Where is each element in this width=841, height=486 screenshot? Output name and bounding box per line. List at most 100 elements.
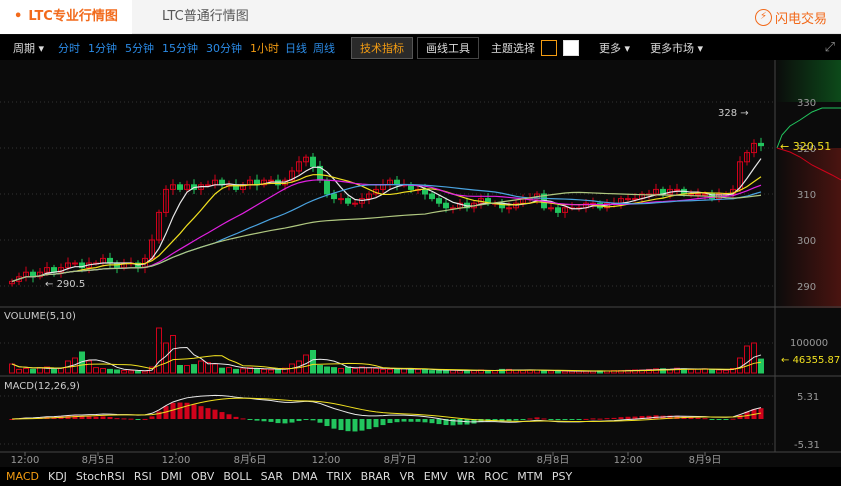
macd-histogram-bar <box>597 418 603 420</box>
volume-bar <box>240 368 246 374</box>
price-tick: 330 <box>797 98 816 109</box>
drawing-tools-button[interactable]: 画线工具 <box>417 36 480 59</box>
volume-bar <box>261 368 267 374</box>
lightning-icon: ⚡ <box>754 9 772 26</box>
flash-trade-label: 闪电交易 <box>774 12 827 27</box>
indicator-stochrsi[interactable]: StochRSI <box>76 470 125 483</box>
volume-bar <box>429 370 435 374</box>
volume-bar <box>268 369 274 374</box>
indicator-wr[interactable]: WR <box>457 470 476 483</box>
candle-up <box>268 179 274 182</box>
tab-pro-chart[interactable]: • LTC专业行情图 <box>0 0 132 34</box>
macd-histogram-bar <box>415 419 421 422</box>
period-dropdown[interactable]: 周期 ▾ <box>13 40 44 56</box>
macd-histogram-bar <box>534 417 540 419</box>
period-label: 周期 <box>13 41 35 55</box>
tab-label: LTC专业行情图 <box>28 9 118 24</box>
interval-1[interactable]: 分时 <box>58 40 80 56</box>
volume-bar <box>394 368 400 374</box>
volume-last-text: 46355.87 <box>793 355 841 366</box>
volume-bar <box>212 363 218 374</box>
volume-bar <box>317 365 323 374</box>
volume-bar <box>170 335 176 374</box>
volume-bar <box>758 358 764 374</box>
theme-dark-swatch[interactable] <box>541 39 558 56</box>
macd-histogram-bar <box>324 419 330 427</box>
last-price-text: 320.51 <box>793 140 832 153</box>
indicator-boll[interactable]: BOLL <box>223 470 251 483</box>
macd-histogram-bar <box>128 418 134 420</box>
indicator-vr[interactable]: VR <box>400 470 415 483</box>
macd-histogram-bar <box>296 419 302 422</box>
interval-2[interactable]: 1分钟 <box>88 40 117 56</box>
macd-histogram-bar <box>303 419 309 420</box>
indicator-bar: MACD KDJ StochRSI RSI DMI OBV BOLL SAR DMA TRIX BR… <box>0 467 841 486</box>
interval-7[interactable]: 日线 <box>285 40 307 56</box>
macd-histogram-bar <box>275 419 281 424</box>
tab-label: LTC普通行情图 <box>162 9 249 24</box>
price-tick: 290 <box>797 282 816 293</box>
indicator-kdj[interactable]: KDJ <box>48 470 67 483</box>
volume-bar <box>121 370 127 374</box>
candle-up <box>695 193 701 196</box>
volume-bar <box>100 368 106 374</box>
volume-bar <box>198 360 204 374</box>
volume-bar <box>177 365 183 374</box>
volume-bar <box>548 370 554 374</box>
volume-bar <box>345 366 351 374</box>
volume-bar <box>324 366 330 374</box>
indicator-psy[interactable]: PSY <box>552 470 572 483</box>
high-text: 328 <box>718 108 737 119</box>
interval-3[interactable]: 5分钟 <box>125 40 154 56</box>
volume-panel-label: VOLUME(5,10) <box>4 311 76 322</box>
time-label: 12:00 <box>11 455 40 466</box>
candle-up <box>625 198 631 201</box>
indicator-emv[interactable]: EMV <box>424 470 448 483</box>
indicator-trix[interactable]: TRIX <box>326 470 351 483</box>
candle-down <box>107 257 113 264</box>
indicator-dma[interactable]: DMA <box>292 470 318 483</box>
macd-histogram-bar <box>590 418 596 420</box>
indicator-macd[interactable]: MACD <box>6 470 39 483</box>
volume-bar <box>310 350 316 374</box>
volume-bar <box>688 368 694 374</box>
flash-trade-button[interactable]: ⚡ 闪电交易 <box>754 8 827 27</box>
theme-light-swatch[interactable] <box>563 39 580 56</box>
fullscreen-icon[interactable]: ⤢ <box>825 40 835 55</box>
tab-basic-chart[interactable]: LTC普通行情图 <box>148 0 263 34</box>
interval-6-active[interactable]: 1小时 <box>250 40 279 56</box>
indicator-obv[interactable]: OBV <box>191 470 214 483</box>
volume-bar <box>107 368 113 374</box>
indicator-brar[interactable]: BRAR <box>361 470 391 483</box>
macd-histogram-bar <box>702 418 708 420</box>
macd-histogram-bar <box>233 416 239 419</box>
chart-toolbar: 周期 ▾ 分时 1分钟 5分钟 15分钟 30分钟 1小时 日线 周线 技术指标… <box>0 35 841 60</box>
candle-down <box>436 198 442 204</box>
interval-4[interactable]: 15分钟 <box>162 40 198 56</box>
volume-bar <box>527 369 533 374</box>
kline-chart[interactable]: 33032031030029012:00 8月5日 12:00 8月6日 12:00 8月… <box>0 60 841 467</box>
interval-5[interactable]: 30分钟 <box>206 40 242 56</box>
macd-histogram-bar <box>555 419 561 421</box>
last-price-label: ← 320.51 <box>780 140 831 153</box>
macd-histogram-bar <box>310 419 316 421</box>
indicator-rsi[interactable]: RSI <box>134 470 152 483</box>
more-markets-dropdown[interactable]: 更多市场 ▾ <box>650 40 703 56</box>
candle-up <box>352 202 358 205</box>
volume-bar <box>30 368 36 374</box>
macd-histogram-bar <box>716 419 722 420</box>
macd-histogram-bar <box>135 419 141 420</box>
indicator-sar[interactable]: SAR <box>261 470 283 483</box>
macd-dif-line <box>11 394 762 423</box>
volume-bar <box>373 368 379 374</box>
volume-bar <box>226 367 232 374</box>
tech-indicator-button[interactable]: 技术指标 <box>351 36 414 59</box>
high-price-label: 328 → <box>718 108 749 119</box>
interval-8[interactable]: 周线 <box>313 40 335 56</box>
indicator-roc[interactable]: ROC <box>484 470 508 483</box>
more-dropdown[interactable]: 更多 ▾ <box>599 40 630 56</box>
low-price-label: ← 290.5 <box>45 279 85 290</box>
indicator-dmi[interactable]: DMI <box>161 470 182 483</box>
indicator-mtm[interactable]: MTM <box>517 470 543 483</box>
plot-area <box>9 137 764 432</box>
